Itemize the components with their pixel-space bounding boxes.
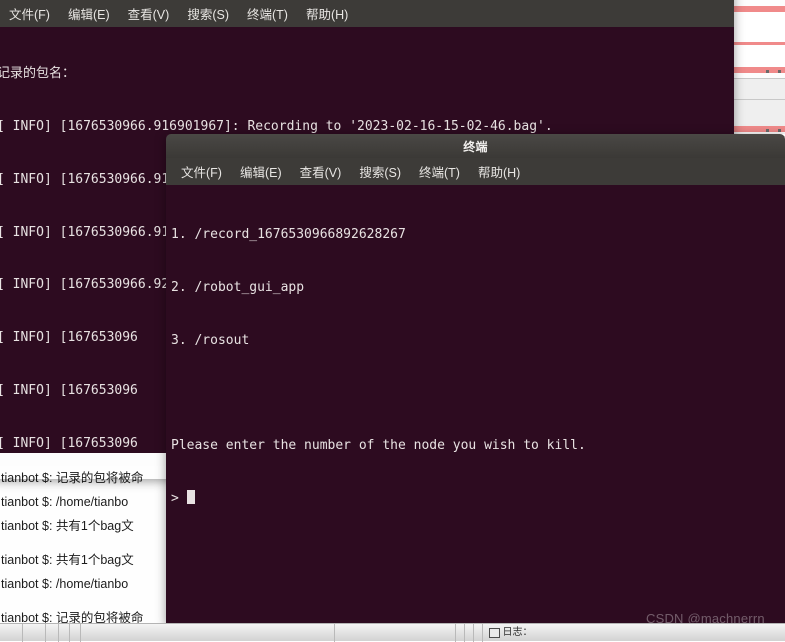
front-terminal-window[interactable]: 终端 文件(F) 编辑(E) 查看(V) 搜索(S) 终端(T) 帮助(H) 1… — [166, 134, 785, 625]
menu-file[interactable]: 文件(F) — [174, 159, 229, 184]
front-terminal-output[interactable]: 1. /record_1676530966892628267 2. /robot… — [166, 185, 785, 625]
menu-help[interactable]: 帮助(H) — [299, 1, 355, 26]
menu-file[interactable]: 文件(F) — [2, 1, 57, 26]
menu-terminal[interactable]: 终端(T) — [412, 159, 467, 184]
background-log-window[interactable]: tianbot $: 记录的包将被命 tianbot $: /home/tian… — [0, 466, 166, 625]
front-terminal-titlebar[interactable]: 终端 — [166, 134, 785, 158]
back-terminal-menubar[interactable]: 文件(F) 编辑(E) 查看(V) 搜索(S) 终端(T) 帮助(H) — [0, 0, 734, 27]
menu-view[interactable]: 查看(V) — [121, 1, 177, 26]
taskbar-label: 日志： — [502, 626, 533, 638]
menu-edit[interactable]: 编辑(E) — [233, 159, 289, 184]
node-list-item: 1. /record_1676530966892628267 — [171, 227, 406, 243]
log-line: tianbot $: 共有1个bag文 — [1, 519, 134, 533]
front-terminal-title: 终端 — [463, 139, 488, 154]
prompt-input-line[interactable]: > — [171, 490, 785, 508]
output-spacer — [171, 385, 785, 403]
log-line: tianbot $: /home/tianbo — [1, 495, 129, 509]
menu-terminal[interactable]: 终端(T) — [240, 1, 295, 26]
terminal-line: 记录的包名： — [0, 66, 76, 82]
prompt-symbol: > — [171, 491, 187, 507]
taskbar[interactable]: 日志： — [0, 623, 785, 642]
menu-view[interactable]: 查看(V) — [293, 159, 349, 184]
taskbar-window-entry[interactable]: 日志： — [488, 626, 533, 638]
terminal-line: [ INFO] [1676530966.916901967]: Recordin… — [0, 118, 553, 134]
log-line: tianbot $: /home/tianbo — [1, 577, 129, 591]
menu-search[interactable]: 搜索(S) — [352, 159, 408, 184]
prompt-message: Please enter the number of the node you … — [171, 438, 586, 454]
menu-edit[interactable]: 编辑(E) — [61, 1, 117, 26]
log-line-spacer — [1, 538, 166, 548]
window-icon — [488, 627, 500, 638]
block-cursor-icon — [186, 490, 195, 505]
log-line: tianbot $: 共有1个bag文 — [1, 553, 134, 567]
node-list-item: 3. /rosout — [171, 332, 250, 348]
node-list-item: 2. /robot_gui_app — [171, 279, 305, 295]
menu-help[interactable]: 帮助(H) — [471, 159, 527, 184]
log-line-spacer — [1, 596, 166, 606]
front-terminal-menubar[interactable]: 文件(F) 编辑(E) 查看(V) 搜索(S) 终端(T) 帮助(H) — [166, 158, 785, 185]
menu-search[interactable]: 搜索(S) — [180, 1, 236, 26]
